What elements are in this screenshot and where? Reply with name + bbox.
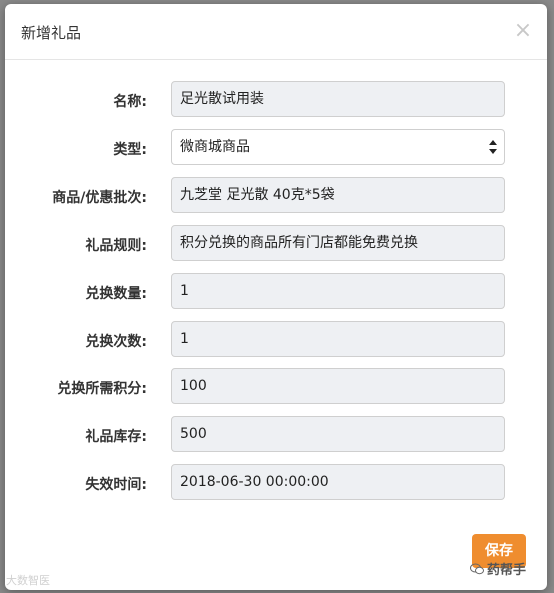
watermark-right-text: 药帮手 — [487, 563, 527, 578]
dialog-header: 新增礼品 × — [5, 4, 547, 60]
field-label: 兑换次数: — [85, 334, 147, 350]
add-gift-dialog: 新增礼品 × 名称: 足光散试用装 类型: 微商城商品 商品/优惠批次: 九芝堂… — [5, 4, 547, 590]
name-input[interactable]: 足光散试用装 — [171, 81, 505, 117]
expiry-input[interactable]: 2018-06-30 00:00:00 — [171, 464, 505, 500]
form-row-rule: 礼品规则: 积分兑换的商品所有门店都能免费兑换 — [5, 225, 547, 263]
form-row-batch: 商品/优惠批次: 九芝堂 足光散 40克*5袋 — [5, 177, 547, 215]
watermark-left: 大数智医 — [6, 574, 50, 587]
field-label: 商品/优惠批次: — [52, 190, 147, 206]
form-row-name: 名称: 足光散试用装 — [5, 81, 547, 119]
form-row-times: 兑换次数: 1 — [5, 321, 547, 359]
close-icon[interactable]: × — [513, 20, 533, 42]
quantity-input[interactable]: 1 — [171, 273, 505, 309]
field-label: 兑换所需积分: — [57, 381, 147, 397]
field-label: 礼品规则: — [85, 238, 147, 254]
batch-input[interactable]: 九芝堂 足光散 40克*5袋 — [171, 177, 505, 213]
field-label: 名称: — [113, 94, 147, 110]
field-label: 类型: — [113, 142, 147, 158]
form-row-quantity: 兑换数量: 1 — [5, 273, 547, 311]
field-label: 失效时间: — [85, 477, 147, 493]
form-row-expiry: 失效时间: 2018-06-30 00:00:00 — [5, 464, 547, 502]
times-input[interactable]: 1 — [171, 321, 505, 357]
stock-input[interactable]: 500 — [171, 416, 505, 452]
field-label: 兑换数量: — [85, 286, 147, 302]
wechat-icon — [470, 563, 484, 575]
select-arrows-icon — [489, 140, 497, 154]
rule-input[interactable]: 积分兑换的商品所有门店都能免费兑换 — [171, 225, 505, 261]
type-select[interactable]: 微商城商品 — [171, 129, 505, 165]
points-input[interactable]: 100 — [171, 368, 505, 404]
form-row-stock: 礼品库存: 500 — [5, 416, 547, 454]
form-row-type: 类型: 微商城商品 — [5, 129, 547, 167]
type-select-value: 微商城商品 — [180, 139, 250, 155]
dialog-title: 新增礼品 — [21, 24, 82, 42]
watermark-right: 药帮手 — [470, 559, 526, 578]
form-row-points: 兑换所需积分: 100 — [5, 368, 547, 406]
field-label: 礼品库存: — [85, 429, 147, 445]
